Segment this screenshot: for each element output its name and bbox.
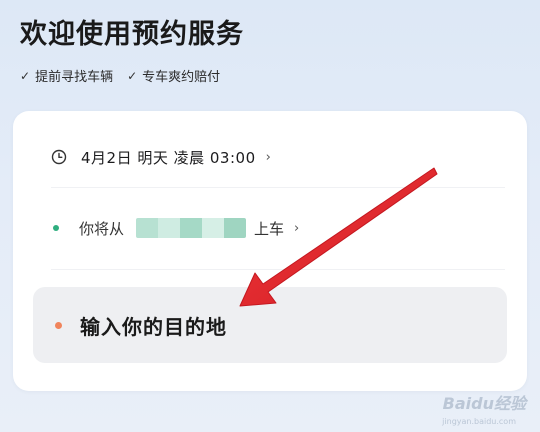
booking-card: 4月2日 明天 凌晨 03:00 › 你将从 上车 › 输入你的目的地 <box>13 111 527 391</box>
departure-time-row[interactable]: 4月2日 明天 凌晨 03:00 › <box>13 145 527 169</box>
check-icon: ✓ <box>127 68 138 83</box>
pickup-prefix: 你将从 <box>79 219 125 238</box>
pickup-location-row[interactable]: 你将从 上车 › <box>13 216 527 240</box>
redacted-pickup-address <box>136 218 247 238</box>
watermark-logo: Baidu经验 <box>442 394 526 413</box>
destination-placeholder: 输入你的目的地 <box>80 314 227 339</box>
feature-item: ✓ 提前寻找车辆 <box>20 66 114 86</box>
pickup-suffix: 上车 <box>254 219 285 238</box>
chevron-right-icon: › <box>294 220 300 236</box>
feature-label: 提前寻找车辆 <box>35 70 114 85</box>
feature-list: ✓ 提前寻找车辆 ✓ 专车爽约赔付 <box>20 66 221 86</box>
clock-icon <box>51 149 67 165</box>
destination-input[interactable]: 输入你的目的地 <box>33 287 507 363</box>
pickup-dot-icon <box>53 225 59 231</box>
destination-dot-icon <box>55 321 62 329</box>
divider <box>51 187 505 188</box>
watermark-url: jingyan.baidu.com <box>442 417 516 426</box>
departure-time-text: 4月2日 明天 凌晨 03:00 <box>81 148 256 167</box>
feature-item: ✓ 专车爽约赔付 <box>127 66 221 86</box>
check-icon: ✓ <box>20 68 31 83</box>
feature-label: 专车爽约赔付 <box>142 70 221 85</box>
page-title: 欢迎使用预约服务 <box>20 19 244 50</box>
divider <box>51 269 505 270</box>
chevron-right-icon: › <box>265 149 271 165</box>
